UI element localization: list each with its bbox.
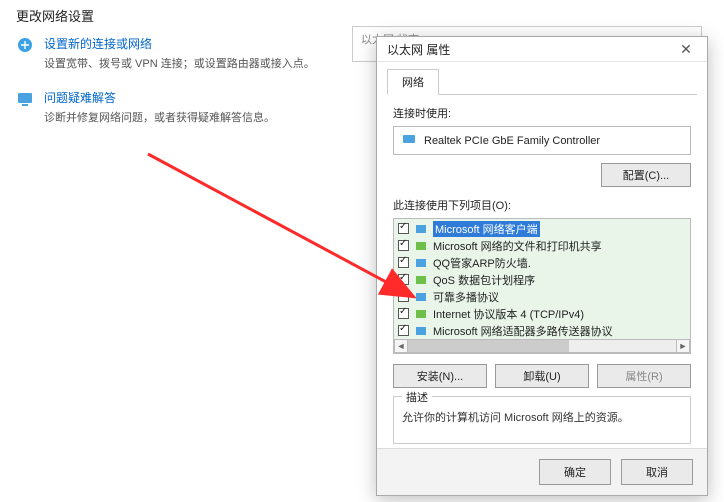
tab-strip: 网络 [387,68,697,95]
checkbox-icon[interactable] [398,223,409,234]
list-item-label: QQ管家ARP防火墙. [433,255,531,271]
list-item[interactable]: Microsoft 网络客户端 [394,220,690,237]
configure-button[interactable]: 配置(C)... [601,163,691,187]
action-text: 问题疑难解答 诊断并修复网络问题，或者获得疑难解答信息。 [44,89,275,125]
list-item[interactable]: 可靠多播协议 [394,288,690,305]
action-title: 问题疑难解答 [44,89,275,106]
list-item-label: Microsoft 网络客户端 [433,221,540,237]
list-item[interactable]: QQ管家ARP防火墙. [394,254,690,271]
tab-network[interactable]: 网络 [387,69,439,95]
checkbox-icon[interactable] [398,308,409,319]
description-text: 允许你的计算机访问 Microsoft 网络上的资源。 [402,409,682,425]
section-title: 更改网络设置 [16,6,354,25]
action-subtitle: 设置宽带、拨号或 VPN 连接；或设置路由器或接入点。 [44,55,315,71]
checkbox-icon[interactable] [398,325,409,336]
action-title: 设置新的连接或网络 [44,35,315,52]
action-troubleshoot[interactable]: 问题疑难解答 诊断并修复网络问题，或者获得疑难解答信息。 [16,89,354,125]
checkbox-icon[interactable] [398,274,409,285]
dialog-titlebar: 以太网 属性 ✕ [377,37,707,62]
scroll-right-icon[interactable]: ► [676,339,690,353]
action-new-connection[interactable]: 设置新的连接或网络 设置宽带、拨号或 VPN 连接；或设置路由器或接入点。 [16,35,354,71]
component-icon [415,223,427,235]
items-listbox[interactable]: Microsoft 网络客户端Microsoft 网络的文件和打印机共享QQ管家… [393,218,691,354]
scroll-track[interactable] [408,339,676,353]
close-icon[interactable]: ✕ [671,41,701,58]
list-item-label: Internet 协议版本 4 (TCP/IPv4) [433,306,584,322]
connect-using-label: 连接时使用: [393,105,691,121]
ok-button[interactable]: 确定 [539,459,611,485]
component-icon [415,257,427,269]
list-item-label: Microsoft 网络适配器多路传送器协议 [433,323,613,339]
description-group: 描述 允许你的计算机访问 Microsoft 网络上的资源。 [393,396,691,444]
dialog-body: 网络 连接时使用: Realtek PCIe GbE Family Contro… [377,62,707,448]
checkbox-icon[interactable] [398,240,409,251]
properties-button: 属性(R) [597,364,691,388]
component-icon [415,274,427,286]
network-setup-icon [16,36,34,54]
network-settings-panel: 更改网络设置 设置新的连接或网络 设置宽带、拨号或 VPN 连接；或设置路由器或… [16,6,354,143]
component-icon [415,308,427,320]
checkbox-icon[interactable] [398,257,409,268]
action-subtitle: 诊断并修复网络问题，或者获得疑难解答信息。 [44,109,275,125]
tab-panel: 连接时使用: Realtek PCIe GbE Family Controlle… [387,95,697,448]
horizontal-scrollbar[interactable]: ◄ ► [394,339,690,353]
list-item[interactable]: Microsoft 网络适配器多路传送器协议 [394,322,690,339]
uninstall-button[interactable]: 卸载(U) [495,364,589,388]
adapter-box: Realtek PCIe GbE Family Controller [393,126,691,155]
install-button[interactable]: 安装(N)... [393,364,487,388]
list-item-label: 可靠多播协议 [433,289,499,305]
cancel-button[interactable]: 取消 [621,459,693,485]
items-label: 此连接使用下列项目(O): [393,197,691,213]
list-item[interactable]: Microsoft 网络的文件和打印机共享 [394,237,690,254]
troubleshoot-icon [16,90,34,108]
component-icon [415,240,427,252]
list-item-label: Microsoft 网络的文件和打印机共享 [433,238,602,254]
ethernet-properties-dialog: 以太网 属性 ✕ 网络 连接时使用: Realtek PCIe GbE Fami… [376,36,708,496]
list-item-label: QoS 数据包计划程序 [433,272,535,288]
ethernet-icon [402,133,416,148]
description-legend: 描述 [402,389,432,405]
scroll-left-icon[interactable]: ◄ [394,339,408,353]
action-text: 设置新的连接或网络 设置宽带、拨号或 VPN 连接；或设置路由器或接入点。 [44,35,315,71]
list-item[interactable]: QoS 数据包计划程序 [394,271,690,288]
list-item[interactable]: Internet 协议版本 4 (TCP/IPv4) [394,305,690,322]
checkbox-icon[interactable] [398,291,409,302]
component-icon [415,291,427,303]
dialog-title: 以太网 属性 [387,41,671,58]
adapter-name: Realtek PCIe GbE Family Controller [424,135,600,147]
component-icon [415,325,427,337]
scroll-thumb[interactable] [408,340,569,352]
dialog-footer: 确定 取消 [377,448,707,495]
